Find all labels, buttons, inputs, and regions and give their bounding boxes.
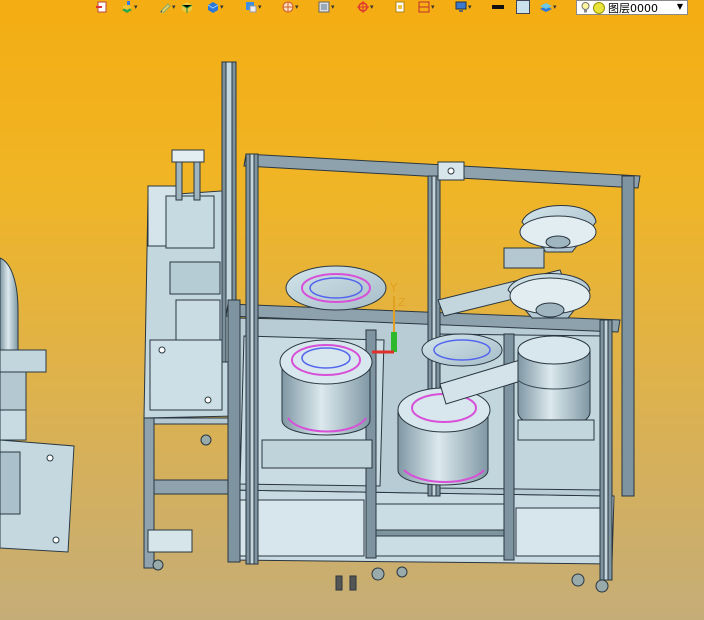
sun-icon bbox=[593, 1, 605, 14]
snap-target-button[interactable]: ▾ bbox=[357, 0, 374, 14]
snap-target-icon bbox=[357, 1, 369, 13]
left-robot-assembly bbox=[0, 257, 75, 553]
align-icon bbox=[418, 1, 430, 13]
layer-stack-button[interactable]: ▾ bbox=[121, 0, 138, 14]
blue-cube-icon bbox=[207, 2, 219, 13]
pencil-button[interactable]: ▾ bbox=[159, 0, 176, 14]
line-style-icon bbox=[492, 5, 504, 9]
monitor-button[interactable]: ▾ bbox=[455, 0, 472, 14]
layer-select-value: 图层0000 bbox=[608, 1, 658, 15]
exit-layer-icon bbox=[96, 1, 107, 13]
align-button[interactable]: ▾ bbox=[418, 0, 435, 14]
layers-icon bbox=[540, 3, 552, 12]
line-style-button[interactable] bbox=[492, 0, 504, 14]
svg-text:Z: Z bbox=[398, 296, 406, 309]
layers-button[interactable]: ▾ bbox=[540, 0, 557, 14]
exit-layer-button[interactable] bbox=[96, 0, 108, 14]
color-swatch-icon bbox=[516, 0, 530, 14]
color-box-icon bbox=[181, 2, 193, 13]
page-button[interactable] bbox=[394, 0, 406, 14]
main-machine-assembly bbox=[143, 61, 641, 593]
svg-text:Y: Y bbox=[389, 281, 398, 295]
render-sphere-icon bbox=[282, 1, 294, 13]
chevron-down-icon: ▾ bbox=[331, 3, 335, 11]
chevron-down-icon: ▾ bbox=[172, 3, 176, 11]
render-sphere-button[interactable]: ▾ bbox=[282, 0, 299, 14]
chevron-down-icon: ▾ bbox=[134, 3, 138, 11]
main-toolbar: ▾ ▾ ▾ ▾ ▾ ▾ ▾ ▾ ▾ ▾ 图层0000 ▼ bbox=[0, 0, 704, 16]
chevron-down-icon: ▾ bbox=[431, 3, 435, 11]
layer-select[interactable]: 图层0000 ▼ bbox=[576, 0, 688, 15]
color-box-button[interactable] bbox=[181, 0, 193, 14]
layer-stack-icon bbox=[122, 1, 132, 13]
chevron-down-icon: ▾ bbox=[553, 3, 557, 11]
page-icon bbox=[395, 1, 405, 13]
chevron-down-icon: ▾ bbox=[468, 3, 472, 11]
cube-view-button[interactable]: ▾ bbox=[245, 0, 262, 14]
chevron-down-icon: ▾ bbox=[258, 3, 262, 11]
cad-viewport[interactable]: Y Z bbox=[0, 16, 704, 620]
blue-cube-button[interactable]: ▾ bbox=[207, 0, 224, 14]
chevron-down-icon: ▾ bbox=[220, 3, 224, 11]
frame-view-button[interactable]: ▾ bbox=[318, 0, 335, 14]
color-swatch-button[interactable] bbox=[516, 0, 530, 14]
cube-view-icon bbox=[246, 2, 257, 13]
chevron-down-icon[interactable]: ▼ bbox=[677, 2, 683, 11]
monitor-icon bbox=[455, 1, 467, 12]
frame-view-icon bbox=[318, 1, 330, 13]
pencil-icon bbox=[160, 3, 171, 13]
chevron-down-icon: ▾ bbox=[370, 3, 374, 11]
chevron-down-icon: ▾ bbox=[295, 3, 299, 11]
lightbulb-icon bbox=[581, 2, 590, 13]
